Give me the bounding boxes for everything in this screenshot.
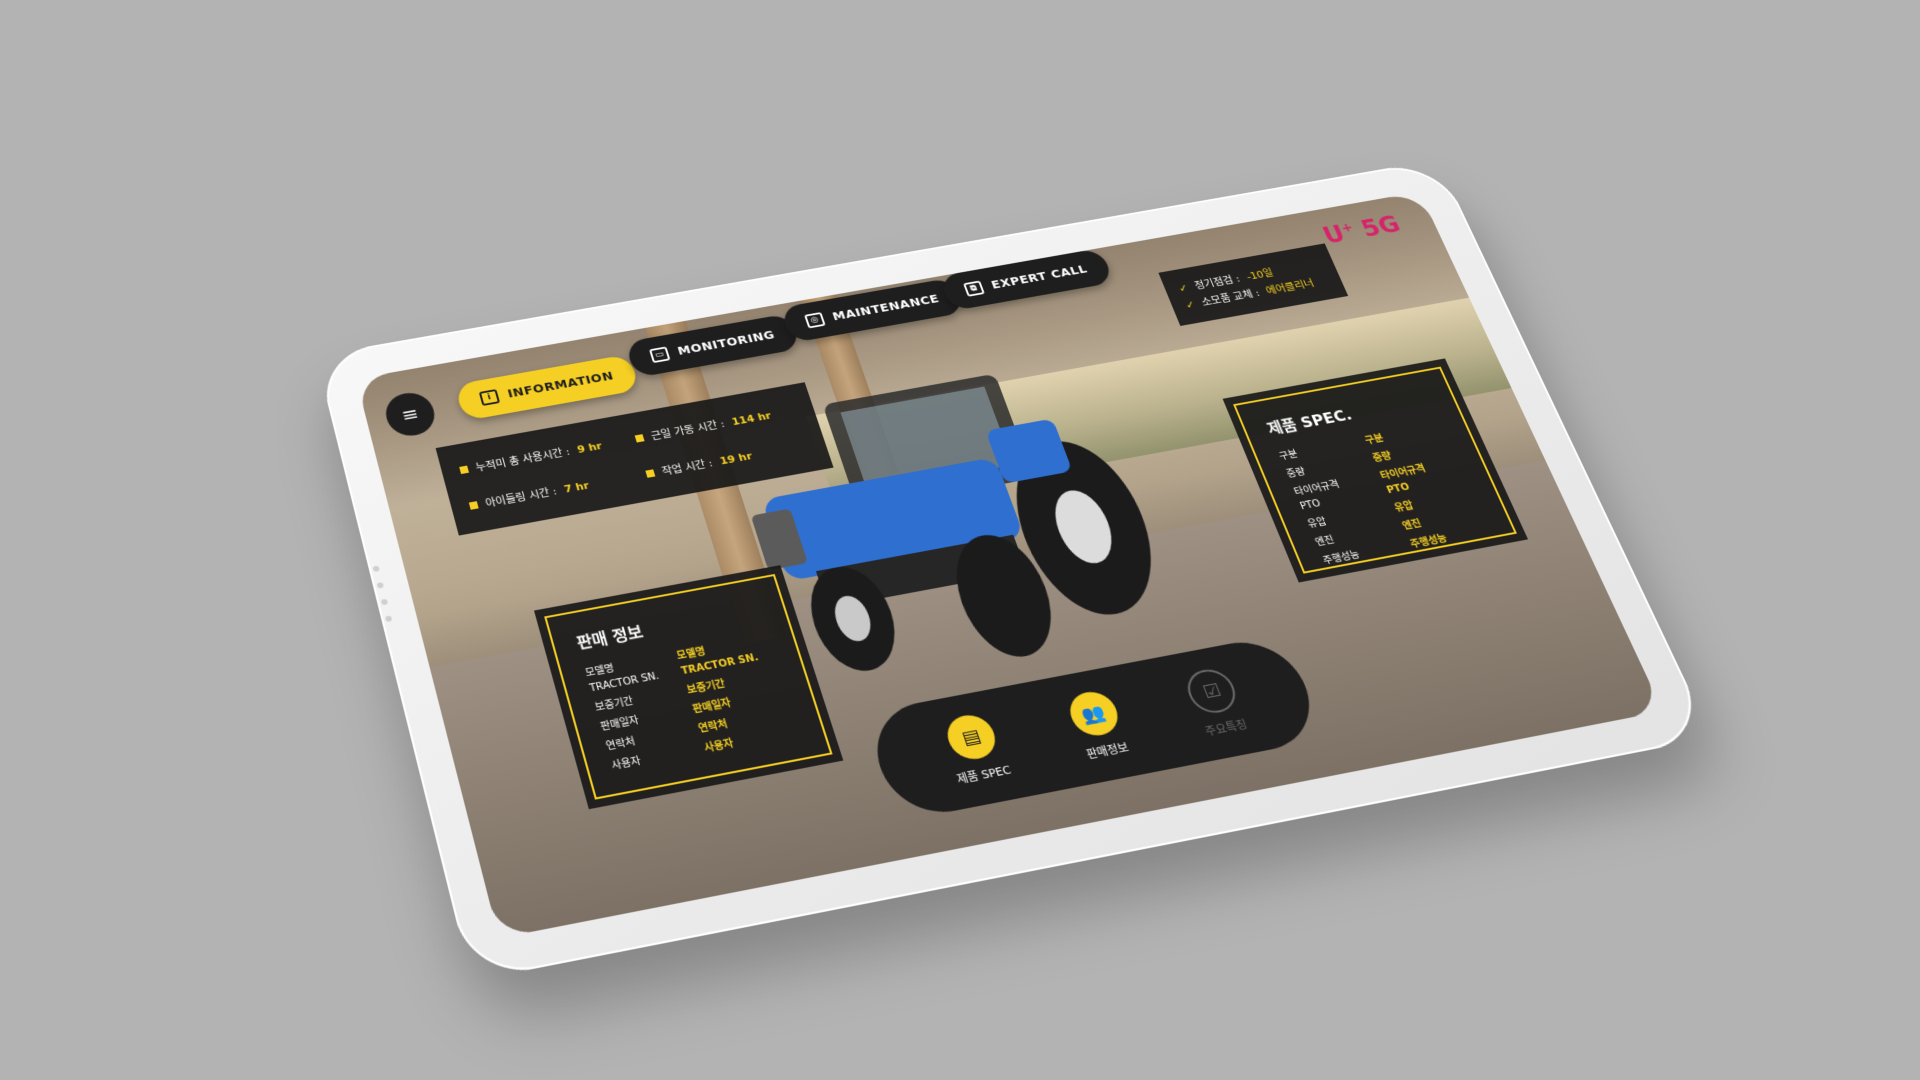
tablet-device: ≡ i INFORMATION ▭ MONITORING ◎ MAINTENAN… xyxy=(315,159,1713,982)
app-screen: ≡ i INFORMATION ▭ MONITORING ◎ MAINTENAN… xyxy=(356,191,1664,939)
tab-maintenance[interactable]: ◎ MAINTENANCE xyxy=(779,277,966,344)
check-icon: ✓ xyxy=(1183,298,1197,311)
tab-label: INFORMATION xyxy=(506,369,616,401)
tab-expert-call[interactable]: ⧉ EXPERT CALL xyxy=(938,247,1115,312)
dock-item-features[interactable]: ☑ 주요특징 xyxy=(1181,665,1252,740)
bullet-square-icon xyxy=(459,465,470,475)
tab-label: EXPERT CALL xyxy=(989,262,1090,292)
monitor-icon: ▭ xyxy=(648,346,671,364)
check-icon: ✓ xyxy=(1176,281,1190,295)
dock-item-spec[interactable]: ▤ 제품 SPEC xyxy=(937,711,1013,788)
tab-information[interactable]: i INFORMATION xyxy=(454,353,640,422)
info-icon: i xyxy=(478,389,501,406)
maintenance-alert-panel: ✓ 정기점검 : -10일 ✓ 소모품 교체 : 에어클리너 xyxy=(1158,243,1349,326)
tablet-side-buttons xyxy=(372,565,393,623)
hamburger-icon: ≡ xyxy=(399,402,422,427)
bullet-square-icon xyxy=(468,501,479,510)
users-icon: 👥 xyxy=(1063,688,1125,740)
bullet-square-icon xyxy=(634,434,645,443)
stage: ≡ i INFORMATION ▭ MONITORING ◎ MAINTENAN… xyxy=(0,0,1920,1080)
brand-logo: U+ 5G xyxy=(1319,212,1405,250)
network-icon: ⧉ xyxy=(963,280,985,297)
tab-label: MAINTENANCE xyxy=(830,292,942,324)
bullet-square-icon xyxy=(645,469,656,478)
dock-item-sales[interactable]: 👥 판매정보 xyxy=(1063,688,1133,762)
tab-monitoring[interactable]: ▭ MONITORING xyxy=(624,313,802,378)
spec-icon: ▤ xyxy=(941,711,1001,763)
menu-button[interactable]: ≡ xyxy=(381,389,440,440)
tab-label: MONITORING xyxy=(675,328,777,358)
checklist-icon: ☑ xyxy=(1181,665,1243,717)
camera-icon: ◎ xyxy=(804,312,826,329)
